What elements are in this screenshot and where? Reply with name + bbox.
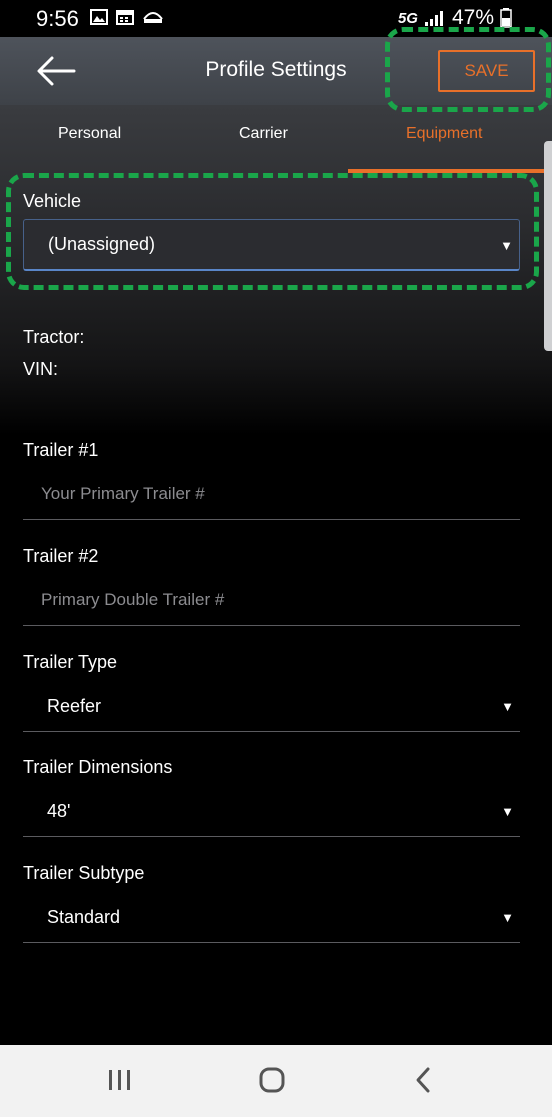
tractor-label: Tractor: — [23, 327, 85, 347]
recents-button[interactable] — [100, 1065, 140, 1097]
home-icon — [259, 1067, 285, 1093]
notification-icons — [90, 9, 164, 25]
active-tab-indicator — [348, 169, 552, 173]
trailer-subtype-value: Standard — [47, 907, 121, 927]
vehicle-value: (Unassigned) — [48, 234, 156, 254]
tab-equipment[interactable]: Equipment — [406, 125, 483, 143]
tab-bar: Personal Carrier Equipment — [0, 105, 552, 173]
network-type: 5G — [397, 9, 418, 27]
system-nav-bar — [0, 1045, 552, 1117]
save-button[interactable]: SAVE — [438, 50, 535, 92]
trailer-subtype-label: Trailer Subtype — [23, 863, 145, 883]
trailer1-field — [23, 470, 520, 520]
trailer-dimensions-label: Trailer Dimensions — [23, 757, 173, 777]
vehicle-select[interactable]: (Unassigned) ▼ — [23, 219, 520, 271]
trailer2-input[interactable] — [41, 590, 501, 610]
scrollbar[interactable] — [544, 141, 552, 351]
calendar-icon — [116, 10, 134, 25]
vin-label: VIN: — [23, 359, 59, 379]
trailer-type-label: Trailer Type — [23, 652, 118, 672]
dropdown-caret-icon: ▼ — [500, 238, 513, 253]
trailer-type-value: Reefer — [47, 696, 102, 716]
trailer-dimensions-value: 48' — [47, 801, 71, 821]
gallery-icon — [90, 9, 108, 25]
tab-personal[interactable]: Personal — [58, 125, 121, 143]
back-nav-icon — [416, 1067, 430, 1093]
trailer-type-select[interactable]: Reefer ▼ — [23, 682, 520, 732]
tab-carrier[interactable]: Carrier — [239, 125, 288, 143]
dropdown-caret-icon: ▼ — [501, 910, 514, 925]
recents-icon — [109, 1070, 130, 1090]
trailer2-label: Trailer #2 — [23, 546, 99, 566]
status-time: 9:56 — [36, 6, 79, 31]
trailer1-label: Trailer #1 — [23, 440, 99, 460]
trailer-dimensions-select[interactable]: 48' ▼ — [23, 787, 520, 837]
system-back-button[interactable] — [404, 1065, 444, 1097]
home-button[interactable] — [252, 1065, 292, 1097]
trailer2-field — [23, 576, 520, 626]
app-notification-icon — [143, 12, 163, 23]
app-header: Profile Settings SAVE — [0, 37, 552, 105]
dropdown-caret-icon: ▼ — [501, 804, 514, 819]
signal-icon — [424, 11, 443, 26]
battery-percent: 47% — [451, 6, 494, 29]
status-bar: 9:56 5G 47% — [0, 0, 552, 37]
system-status: 5G 47% — [398, 6, 512, 30]
battery-icon — [500, 8, 512, 28]
trailer1-input[interactable] — [41, 484, 501, 504]
equipment-content: Personal Carrier Equipment Vehicle (Unas… — [0, 105, 552, 1045]
trailer-subtype-select[interactable]: Standard ▼ — [23, 893, 520, 943]
vehicle-label: Vehicle — [23, 191, 82, 211]
dropdown-caret-icon: ▼ — [501, 699, 514, 714]
